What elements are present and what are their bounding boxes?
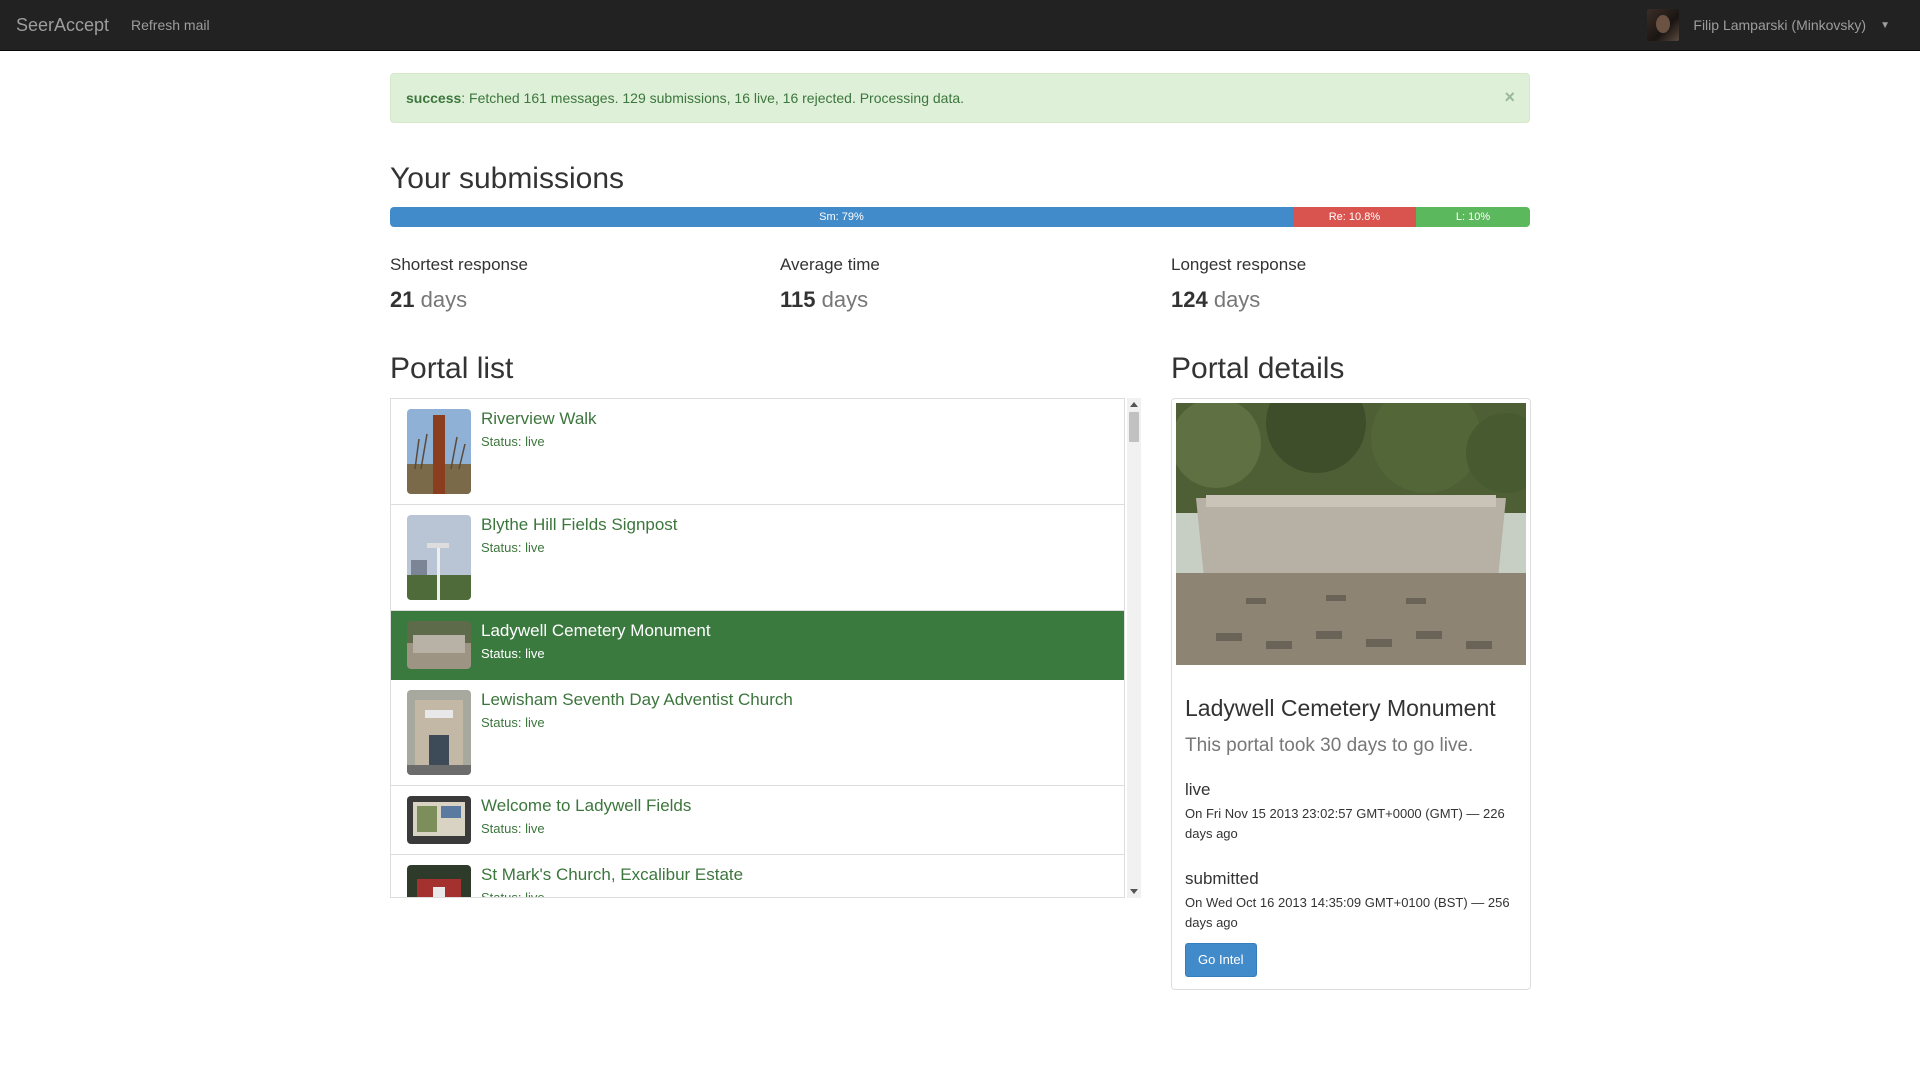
portal-photo bbox=[1176, 403, 1526, 665]
stat-number: 124 bbox=[1171, 287, 1208, 312]
stat-average: Average time 115 days bbox=[780, 255, 880, 313]
portal-details-lead: This portal took 30 days to go live. bbox=[1185, 735, 1474, 756]
progress-label-rejected: Re: 10.8% bbox=[1328, 211, 1381, 223]
scrollbar-thumb[interactable] bbox=[1129, 412, 1139, 442]
stat-label: Average time bbox=[780, 255, 880, 274]
avatar bbox=[1647, 9, 1680, 41]
portal-title: St Mark's Church, Excalibur Estate bbox=[481, 865, 744, 884]
refresh-mail-link[interactable]: Refresh mail bbox=[131, 17, 210, 33]
list-item[interactable]: Ladywell Cemetery Monument Status: live bbox=[391, 611, 1124, 680]
list-item[interactable]: Blythe Hill Fields Signpost Status: live bbox=[391, 505, 1124, 611]
list-item[interactable]: Riverview Walk Status: live bbox=[391, 399, 1124, 505]
church-photo-thumbnail bbox=[407, 690, 471, 775]
close-icon[interactable]: × bbox=[1504, 87, 1515, 108]
monument-photo-thumbnail bbox=[407, 621, 471, 669]
submissions-heading: Your submissions bbox=[390, 162, 625, 195]
signpost-photo-thumbnail bbox=[407, 409, 471, 494]
portal-title: Blythe Hill Fields Signpost bbox=[481, 515, 678, 534]
portal-title: Ladywell Cemetery Monument bbox=[481, 621, 711, 640]
event-live-heading: live bbox=[1185, 780, 1211, 799]
progress-bar-rejected: Re: 10.8% bbox=[1292, 207, 1416, 227]
portal-list-scrollbar[interactable] bbox=[1127, 398, 1141, 898]
event-submitted-heading: submitted bbox=[1185, 869, 1259, 888]
portal-list-container: Riverview Walk Status: live Blythe Hill … bbox=[390, 398, 1141, 898]
brand-link[interactable]: SeerAccept bbox=[16, 15, 109, 36]
stat-label: Longest response bbox=[1171, 255, 1307, 274]
portal-list: Riverview Walk Status: live Blythe Hill … bbox=[390, 398, 1125, 898]
portal-details-title: Ladywell Cemetery Monument bbox=[1185, 695, 1496, 721]
portal-status: Status: live bbox=[481, 540, 545, 555]
list-item[interactable]: Welcome to Ladywell Fields Status: live bbox=[391, 786, 1124, 855]
user-menu[interactable]: Filip Lamparski (Minkovsky) ▼ bbox=[1647, 9, 1890, 41]
submissions-progress: Sm: 79% Re: 10.8% L: 10% bbox=[390, 207, 1530, 227]
church-red-photo-thumbnail bbox=[407, 865, 471, 897]
progress-label-submitted: Sm: 79% bbox=[819, 211, 864, 223]
sky-signpost-photo-thumbnail bbox=[407, 515, 471, 600]
alert-message: : Fetched 161 messages. 129 submissions,… bbox=[461, 90, 965, 106]
scroll-up-icon[interactable] bbox=[1130, 402, 1138, 407]
stat-unit: days bbox=[1207, 287, 1261, 312]
stat-value: 115 days bbox=[780, 287, 880, 313]
portal-details-heading: Portal details bbox=[1171, 352, 1345, 385]
progress-bar-live: L: 10% bbox=[1415, 207, 1530, 227]
event-submitted-text: On Wed Oct 16 2013 14:35:09 GMT+0100 (BS… bbox=[1185, 895, 1510, 930]
alert-prefix: success bbox=[406, 90, 462, 106]
list-item[interactable]: Lewisham Seventh Day Adventist Church St… bbox=[391, 680, 1124, 786]
progress-bar-submitted: Sm: 79% bbox=[390, 207, 1293, 227]
portal-details-panel: Ladywell Cemetery Monument This portal t… bbox=[1171, 398, 1531, 990]
event-live-text: On Fri Nov 15 2013 23:02:57 GMT+0000 (GM… bbox=[1185, 806, 1505, 841]
caret-down-icon: ▼ bbox=[1880, 19, 1890, 31]
user-name: Filip Lamparski (Minkovsky) bbox=[1693, 17, 1867, 33]
stat-shortest: Shortest response 21 days bbox=[390, 255, 528, 313]
portal-title: Welcome to Ladywell Fields bbox=[481, 796, 692, 815]
portal-title: Riverview Walk bbox=[481, 409, 597, 428]
portal-status: Status: live bbox=[481, 890, 545, 898]
stat-number: 21 bbox=[390, 287, 415, 312]
stat-value: 21 days bbox=[390, 287, 528, 313]
portal-status: Status: live bbox=[481, 646, 545, 661]
scroll-down-icon[interactable] bbox=[1130, 889, 1138, 894]
list-item[interactable]: St Mark's Church, Excalibur Estate Statu… bbox=[391, 855, 1124, 898]
portal-title: Lewisham Seventh Day Adventist Church bbox=[481, 690, 793, 709]
success-alert: success: Fetched 161 messages. 129 submi… bbox=[390, 73, 1530, 123]
stat-label: Shortest response bbox=[390, 255, 528, 274]
board-photo-thumbnail bbox=[407, 796, 471, 844]
stat-value: 124 days bbox=[1171, 287, 1306, 313]
portal-status: Status: live bbox=[481, 434, 545, 449]
stat-number: 115 bbox=[780, 287, 816, 312]
progress-label-live: L: 10% bbox=[1455, 211, 1491, 223]
stat-unit: days bbox=[815, 287, 869, 312]
portal-status: Status: live bbox=[481, 821, 545, 836]
portal-list-heading: Portal list bbox=[390, 352, 514, 385]
stat-unit: days bbox=[414, 287, 468, 312]
go-intel-button[interactable]: Go Intel bbox=[1185, 943, 1257, 977]
portal-status: Status: live bbox=[481, 715, 545, 730]
stat-longest: Longest response 124 days bbox=[1171, 255, 1306, 313]
top-navbar: SeerAccept Refresh mail Filip Lamparski … bbox=[0, 0, 1920, 51]
